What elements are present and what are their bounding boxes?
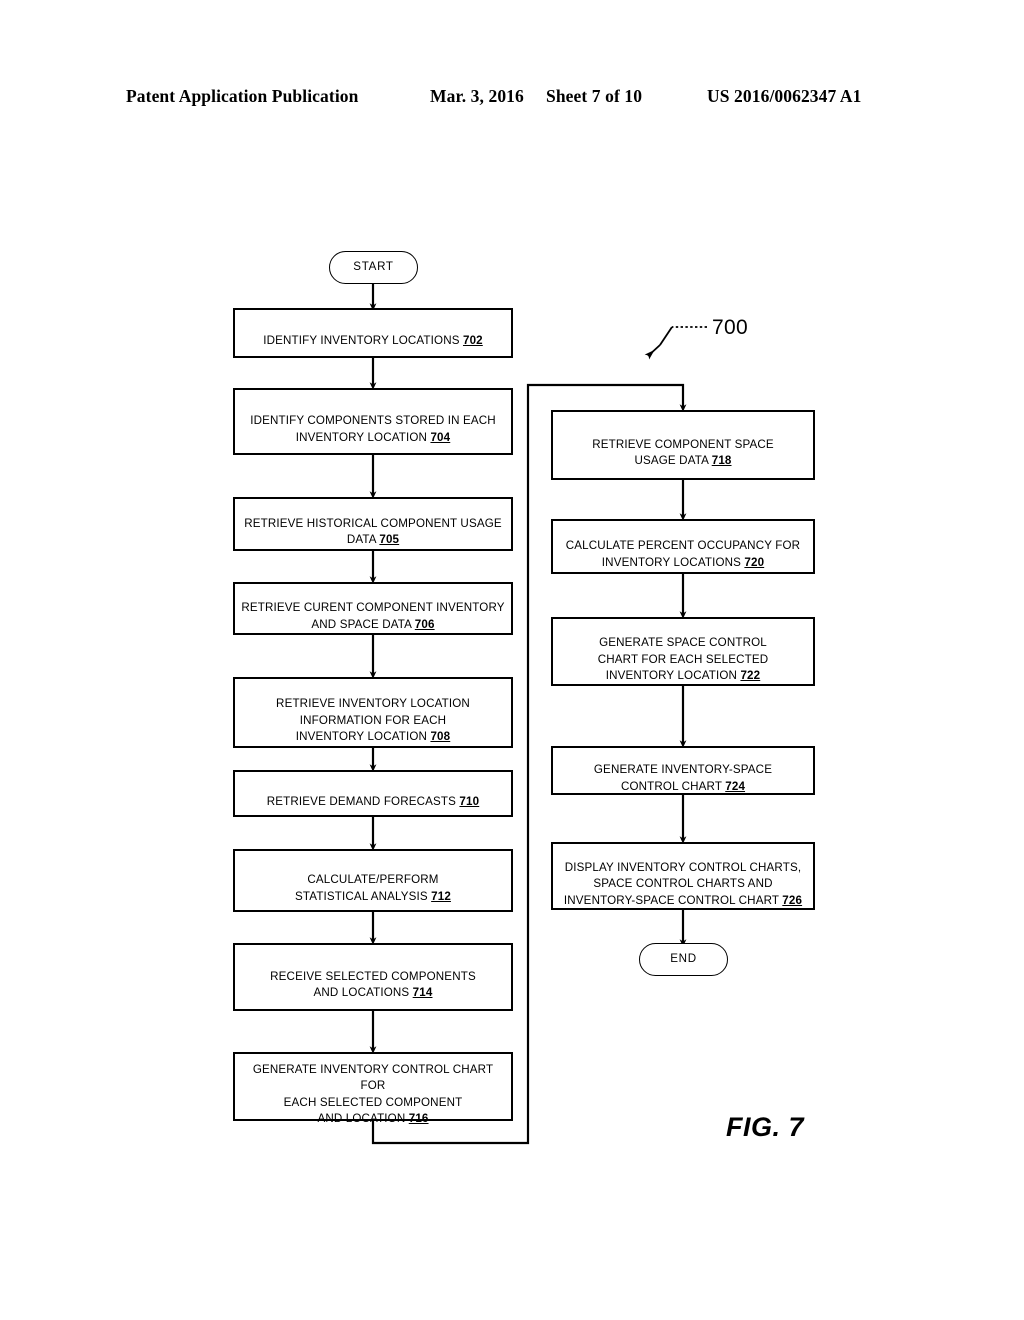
flow-node-710-label: RETRIEVE DEMAND FORECASTS 710 — [266, 794, 480, 808]
flow-node-712-label: CALCULATE/PERFORM STATISTICAL ANALYSIS 7… — [295, 873, 451, 903]
flow-node-704-label: IDENTIFY COMPONENTS STORED IN EACH INVEN… — [250, 414, 496, 444]
flow-node-722-label: GENERATE SPACE CONTROL CHART FOR EACH SE… — [597, 636, 769, 682]
flow-node-start: START — [329, 251, 418, 284]
flow-node-722: GENERATE SPACE CONTROL CHART FOR EACH SE… — [551, 617, 815, 686]
flowchart-connectors — [369, 283, 707, 1145]
flow-node-714-label: RECEIVE SELECTED COMPONENTS AND LOCATION… — [270, 969, 476, 1000]
flow-node-end: END — [639, 943, 728, 976]
flow-node-706-label: RETRIEVE CURENT COMPONENT INVENTORY AND … — [241, 601, 505, 631]
flow-node-712: CALCULATE/PERFORM STATISTICAL ANALYSIS 7… — [233, 849, 513, 912]
flow-node-726-label: DISPLAY INVENTORY CONTROL CHARTS, SPACE … — [563, 860, 803, 907]
flow-node-710: RETRIEVE DEMAND FORECASTS 710 — [233, 770, 513, 817]
reference-numeral-700: 700 — [712, 316, 748, 339]
flow-node-724-label: GENERATE INVENTORY-SPACE CONTROL CHART 7… — [593, 763, 773, 793]
flow-node-708: RETRIEVE INVENTORY LOCATION INFORMATION … — [233, 677, 513, 748]
flow-node-718: RETRIEVE COMPONENT SPACE USAGE DATA 718 — [551, 410, 815, 480]
flow-node-714: RECEIVE SELECTED COMPONENTS AND LOCATION… — [233, 943, 513, 1011]
flow-node-724: GENERATE INVENTORY-SPACE CONTROL CHART 7… — [551, 746, 815, 795]
flow-node-702-label: IDENTIFY INVENTORY LOCATIONS 702 — [263, 334, 483, 347]
flow-node-start-label: START — [353, 260, 394, 274]
flow-node-726: DISPLAY INVENTORY CONTROL CHARTS, SPACE … — [551, 842, 815, 910]
flow-node-720: CALCULATE PERCENT OCCUPANCY FOR INVENTOR… — [551, 519, 815, 574]
flow-node-716: GENERATE INVENTORY CONTROL CHART FOR EAC… — [233, 1052, 513, 1125]
figure-label: FIG. 7 — [726, 1112, 805, 1142]
flow-node-716-label: GENERATE INVENTORY CONTROL CHART FOR EAC… — [252, 1062, 494, 1126]
flow-node-718-label: RETRIEVE COMPONENT SPACE USAGE DATA 718 — [592, 437, 774, 468]
reference-leader-700 — [644, 326, 707, 360]
flow-node-705-label: RETRIEVE HISTORICAL COMPONENT USAGE DATA… — [244, 516, 502, 547]
flow-node-708-label: RETRIEVE INVENTORY LOCATION INFORMATION … — [276, 697, 470, 743]
flow-node-720-label: CALCULATE PERCENT OCCUPANCY FOR INVENTOR… — [565, 539, 801, 569]
flow-node-704: IDENTIFY COMPONENTS STORED IN EACH INVEN… — [233, 388, 513, 455]
flow-node-end-label: END — [670, 952, 697, 966]
flowchart-diagram: 700 START END IDENTIFY INVENTORY LOCATIO… — [0, 0, 1024, 1320]
flow-node-706: RETRIEVE CURENT COMPONENT INVENTORY AND … — [233, 582, 513, 635]
flow-node-702: IDENTIFY INVENTORY LOCATIONS 702 — [233, 308, 513, 358]
flow-node-705: RETRIEVE HISTORICAL COMPONENT USAGE DATA… — [233, 497, 513, 551]
